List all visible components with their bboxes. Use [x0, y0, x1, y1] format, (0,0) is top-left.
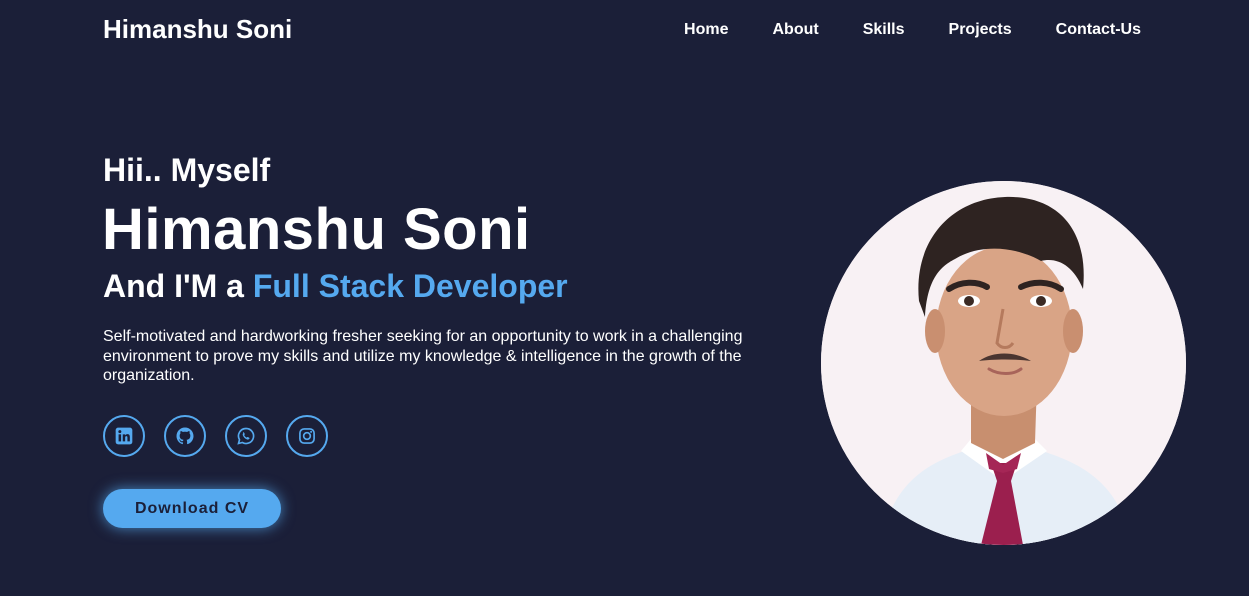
- hero-greeting: Hii.. Myself: [103, 152, 271, 188]
- whatsapp-link[interactable]: [225, 415, 267, 457]
- github-icon: [175, 426, 195, 446]
- nav-skills[interactable]: Skills: [863, 21, 905, 39]
- profile-photo: [821, 181, 1186, 545]
- social-links: [103, 415, 328, 457]
- site-logo[interactable]: Himanshu Soni: [103, 14, 292, 45]
- role-prefix: And I'M a: [103, 268, 253, 304]
- linkedin-icon: [114, 426, 134, 446]
- download-cv-button[interactable]: Download CV: [103, 489, 281, 528]
- nav-contact-us[interactable]: Contact-Us: [1056, 21, 1141, 39]
- nav-projects[interactable]: Projects: [949, 21, 1012, 39]
- linkedin-link[interactable]: [103, 415, 145, 457]
- hero-role: And I'M a Full Stack Developer: [103, 268, 568, 305]
- hero-description: Self-motivated and hardworking fresher s…: [103, 328, 743, 384]
- role-highlight: Full Stack Developer: [252, 268, 568, 304]
- page: Himanshu Soni Home About Skills Projects…: [0, 0, 1249, 596]
- main-nav: Home About Skills Projects Contact-Us: [684, 21, 1141, 39]
- instagram-icon: [297, 426, 317, 446]
- instagram-link[interactable]: [286, 415, 328, 457]
- nav-about[interactable]: About: [773, 21, 819, 39]
- github-link[interactable]: [164, 415, 206, 457]
- profile-photo-illustration: [821, 181, 1186, 545]
- hero-name: Himanshu Soni: [102, 197, 531, 262]
- whatsapp-icon: [236, 426, 256, 446]
- nav-home[interactable]: Home: [684, 21, 728, 39]
